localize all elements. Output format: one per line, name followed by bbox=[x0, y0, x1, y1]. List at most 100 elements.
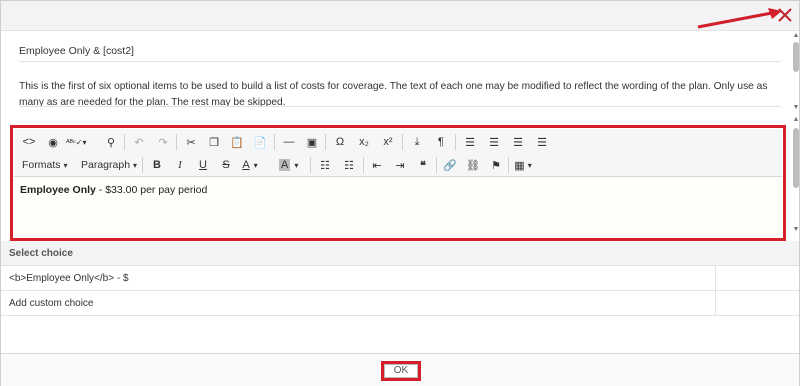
toolbar-row: <> ◉ ᴬᴮᶜ✓▾ ⚲ ↶ ↷ ✂ ❐ 📋 📄 — ▣ Ω x₂ x² ⤓ ¶… bbox=[14, 131, 782, 153]
unlink-icon: ⛓ bbox=[466, 159, 480, 172]
cut-button[interactable]: ✂ bbox=[182, 133, 200, 151]
ok-highlight: OK bbox=[381, 361, 421, 381]
scroll-up-arrow[interactable]: ▲ bbox=[792, 32, 800, 40]
chevron-down-icon: ▾ bbox=[294, 160, 299, 170]
dialog-footer: OK bbox=[1, 353, 799, 386]
image-button[interactable]: ▣ bbox=[303, 133, 321, 151]
horizontal-rule-button[interactable]: — bbox=[280, 133, 298, 151]
paste-button[interactable]: 📋 bbox=[228, 133, 246, 151]
toolbar-separator bbox=[310, 157, 311, 173]
underline-icon: U bbox=[199, 159, 207, 171]
table-button[interactable]: ▦ ▾ bbox=[514, 156, 532, 174]
scroll-thumb[interactable] bbox=[793, 128, 799, 188]
blockquote-icon: ❝ bbox=[420, 159, 426, 172]
justify-button[interactable]: ☰ bbox=[533, 133, 551, 151]
editor-bold-text: Employee Only bbox=[20, 184, 96, 196]
undo-button[interactable]: ↶ bbox=[130, 133, 148, 151]
outdent-button[interactable]: ⇤ bbox=[368, 156, 386, 174]
justify-icon: ☰ bbox=[537, 136, 547, 149]
insert-button[interactable]: ⤓ bbox=[408, 133, 426, 151]
paste-text-button[interactable]: 📄 bbox=[251, 133, 269, 151]
bold-button[interactable]: B bbox=[148, 156, 166, 174]
superscript-icon: x² bbox=[383, 136, 393, 148]
copy-icon: ❐ bbox=[209, 136, 219, 149]
strikethrough-button[interactable]: S bbox=[217, 156, 235, 174]
scroll-down-arrow[interactable]: ▼ bbox=[792, 226, 800, 234]
chevron-down-icon: ▾ bbox=[253, 160, 258, 170]
table-icon: ▦ bbox=[514, 159, 525, 172]
bullet-list-button[interactable]: ☷ bbox=[316, 156, 334, 174]
divider bbox=[19, 106, 781, 107]
spellcheck-icon: ᴬᴮᶜ✓▾ bbox=[66, 137, 87, 147]
bookmark-icon: ⚑ bbox=[491, 159, 501, 172]
background-color-button[interactable]: A ▾ bbox=[279, 156, 298, 174]
editor-content-area[interactable]: Employee Only - $33.00 per pay period bbox=[14, 178, 782, 238]
chevron-down-icon: ▾ bbox=[63, 160, 68, 170]
paste-text-icon: 📄 bbox=[253, 136, 267, 149]
close-button[interactable] bbox=[775, 5, 795, 25]
editor-text: Employee Only - $33.00 per pay period bbox=[20, 184, 207, 196]
toolbar-separator bbox=[124, 134, 125, 150]
image-icon: ▣ bbox=[306, 136, 318, 149]
scroll-down-arrow[interactable]: ▼ bbox=[792, 104, 800, 112]
link-icon: 🔗 bbox=[443, 159, 457, 172]
toolbar-separator bbox=[325, 134, 326, 150]
item-heading: Employee Only & [cost2] bbox=[19, 45, 134, 57]
close-icon bbox=[778, 8, 792, 22]
numbered-list-button[interactable]: ☷ bbox=[340, 156, 358, 174]
link-button[interactable]: 🔗 bbox=[441, 156, 459, 174]
cut-icon: ✂ bbox=[186, 136, 196, 149]
background-color-icon: A bbox=[279, 159, 291, 171]
toolbar-separator bbox=[402, 134, 403, 150]
redo-icon: ↷ bbox=[158, 136, 168, 149]
ok-button[interactable]: OK bbox=[384, 364, 418, 378]
toolbar-separator bbox=[363, 157, 364, 173]
unlink-button[interactable]: ⛓ bbox=[464, 156, 482, 174]
paragraph-label: Paragraph bbox=[81, 159, 131, 171]
subscript-button[interactable]: x₂ bbox=[355, 133, 373, 151]
preview-button[interactable]: ◉ bbox=[44, 133, 62, 151]
strikethrough-icon: S bbox=[222, 159, 230, 171]
scroll-up-arrow[interactable]: ▲ bbox=[792, 116, 800, 124]
align-center-button[interactable]: ☰ bbox=[485, 133, 503, 151]
redo-button[interactable]: ↷ bbox=[154, 133, 172, 151]
chevron-down-icon: ▾ bbox=[133, 160, 138, 170]
choice-list: Select choice <b>Employee Only</b> - $ A… bbox=[1, 241, 799, 353]
toolbar-separator bbox=[455, 134, 456, 150]
italic-icon: I bbox=[178, 159, 182, 171]
column-divider bbox=[715, 266, 716, 291]
add-custom-choice-label: Add custom choice bbox=[9, 298, 94, 309]
underline-button[interactable]: U bbox=[194, 156, 212, 174]
subscript-icon: x₂ bbox=[359, 136, 369, 148]
outdent-icon: ⇤ bbox=[372, 159, 382, 172]
editor-plain-text: - $33.00 per pay period bbox=[95, 184, 208, 196]
scroll-thumb[interactable] bbox=[793, 42, 799, 72]
choice-row[interactable]: <b>Employee Only</b> - $ bbox=[1, 266, 799, 291]
add-custom-choice-row[interactable]: Add custom choice bbox=[1, 291, 799, 316]
indent-button[interactable]: ⇥ bbox=[391, 156, 409, 174]
formats-menu[interactable]: Formats ▾ bbox=[22, 156, 68, 174]
italic-button[interactable]: I bbox=[171, 156, 189, 174]
align-left-icon: ☰ bbox=[465, 136, 475, 149]
source-code-button[interactable]: <> bbox=[20, 133, 38, 151]
special-char-button[interactable]: Ω bbox=[331, 133, 349, 151]
spellcheck-button[interactable]: ᴬᴮᶜ✓▾ bbox=[66, 133, 87, 151]
superscript-button[interactable]: x² bbox=[379, 133, 397, 151]
align-left-button[interactable]: ☰ bbox=[461, 133, 479, 151]
blockquote-button[interactable]: ❝ bbox=[414, 156, 432, 174]
toolbar-row: Formats ▾ Paragraph ▾ B I U S A ▾ A ▾ ☷ ☷ … bbox=[14, 154, 782, 176]
scrollbar[interactable]: ▲ ▼ ▲ ▼ bbox=[791, 32, 800, 237]
numbered-list-icon: ☷ bbox=[344, 159, 354, 172]
annotation-arrow bbox=[697, 8, 782, 29]
paragraph-mark-button[interactable]: ¶ bbox=[432, 133, 450, 151]
preview-icon: ◉ bbox=[48, 136, 58, 149]
find-button[interactable]: ⚲ bbox=[102, 133, 120, 151]
bold-icon: B bbox=[153, 159, 161, 171]
text-color-button[interactable]: A ▾ bbox=[241, 156, 259, 174]
copy-button[interactable]: ❐ bbox=[205, 133, 223, 151]
align-right-button[interactable]: ☰ bbox=[509, 133, 527, 151]
paragraph-menu[interactable]: Paragraph ▾ bbox=[81, 156, 137, 174]
bookmark-button[interactable]: ⚑ bbox=[487, 156, 505, 174]
special-char-icon: Ω bbox=[335, 136, 345, 148]
choice-header-label: Select choice bbox=[9, 248, 73, 259]
